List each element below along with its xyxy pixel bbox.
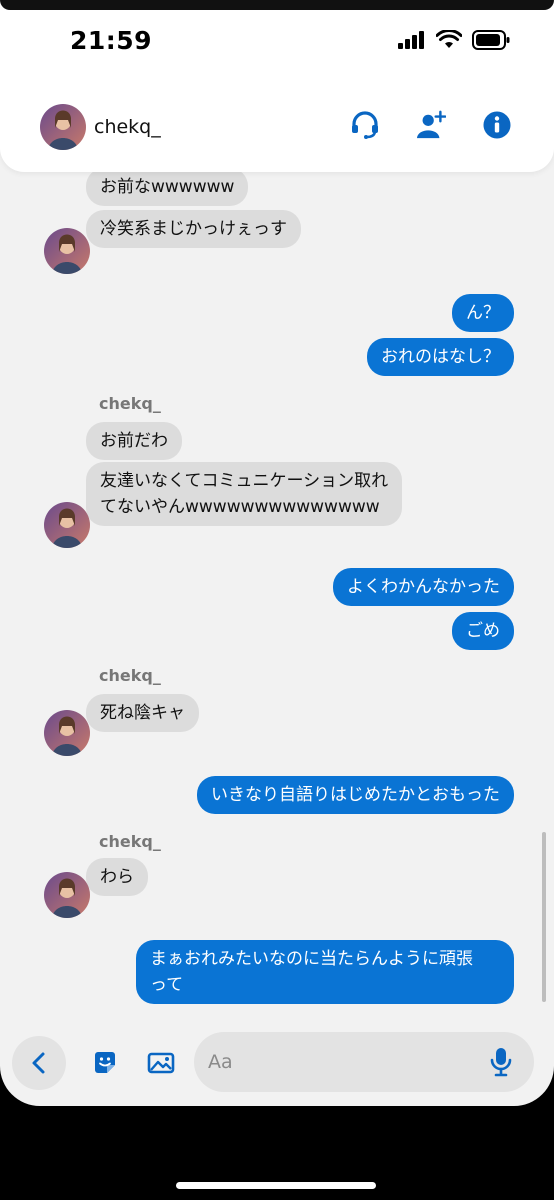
message-incoming: お前なwwwwww xyxy=(86,168,249,206)
sender-name: chekq_ xyxy=(99,666,161,685)
contact-avatar[interactable] xyxy=(44,710,90,756)
message-incoming: 友達いなくてコミュニケーション取れ てないやんwwwwwwwwwwwwww xyxy=(86,462,403,526)
message-incoming: わら xyxy=(86,858,148,896)
sender-name: chekq_ xyxy=(99,394,161,413)
message-outgoing: ごめ xyxy=(452,612,514,650)
message-outgoing: よくわかんなかった xyxy=(333,568,514,606)
sender-name: chekq_ xyxy=(99,832,161,851)
back-button[interactable] xyxy=(12,1036,66,1090)
message-incoming: 冷笑系まじかっけぇっす xyxy=(86,210,301,248)
signal-icon xyxy=(398,31,426,53)
message-composer xyxy=(0,1030,554,1106)
add-person-icon[interactable] xyxy=(416,110,446,140)
chat-header: 21:59 chekq_ xyxy=(0,0,554,172)
message-outgoing: おれのはなし？ xyxy=(367,338,514,376)
status-time: 21:59 xyxy=(70,26,153,55)
contact-name[interactable]: chekq_ xyxy=(94,116,161,138)
microphone-icon[interactable] xyxy=(486,1046,516,1078)
status-icons xyxy=(398,29,510,54)
message-outgoing: ん？ xyxy=(452,294,514,332)
message-incoming: お前だわ xyxy=(86,422,182,460)
scrollbar[interactable] xyxy=(542,832,546,1002)
info-icon[interactable] xyxy=(482,110,512,140)
message-outgoing: まぁおれみたいなのに当たらんように頑張 って xyxy=(136,940,514,1004)
contact-avatar[interactable] xyxy=(44,872,90,918)
device-bezel xyxy=(0,0,554,10)
message-input-container[interactable] xyxy=(194,1032,534,1092)
image-button[interactable] xyxy=(146,1048,176,1078)
image-icon xyxy=(147,1052,175,1074)
wifi-icon xyxy=(435,29,463,54)
chevron-left-icon xyxy=(32,1052,45,1074)
sticker-icon xyxy=(95,1052,115,1073)
message-outgoing: いきなり自語りはじめたかとおもった xyxy=(197,776,514,814)
home-indicator[interactable] xyxy=(176,1182,376,1189)
header-actions xyxy=(350,110,512,140)
contact-avatar[interactable] xyxy=(44,228,90,274)
message-incoming: 死ね陰キャ xyxy=(86,694,199,732)
battery-icon xyxy=(472,30,510,54)
message-list[interactable]: お前なwwwwww 冷笑系まじかっけぇっす ん？ おれのはなし？ chekq_ … xyxy=(0,168,554,1030)
message-input[interactable] xyxy=(208,1046,478,1078)
sticker-button[interactable] xyxy=(90,1048,120,1078)
header-avatar[interactable] xyxy=(40,104,86,150)
chat-screen: お前なwwwwww 冷笑系まじかっけぇっす ん？ おれのはなし？ chekq_ … xyxy=(0,0,554,1106)
contact-avatar[interactable] xyxy=(44,502,90,548)
headset-icon[interactable] xyxy=(350,110,380,140)
